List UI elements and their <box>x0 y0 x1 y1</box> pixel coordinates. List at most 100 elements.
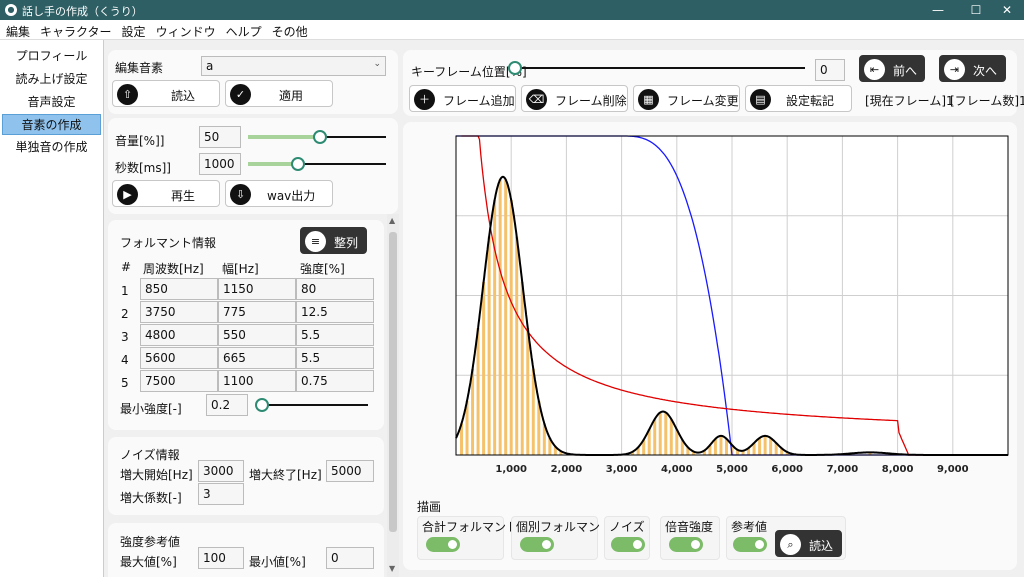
reference-load-button[interactable]: ⌕ 読込 <box>775 530 842 557</box>
formant-strength-input[interactable]: 12.5 <box>296 301 374 323</box>
change-frame-button[interactable]: ▦ フレーム変更 <box>633 85 740 112</box>
menu-window[interactable]: ウィンドウ <box>151 20 221 40</box>
sidebar-item-voice-settings[interactable]: 音声設定 <box>2 92 101 113</box>
reference-max-input[interactable]: 100 <box>198 547 244 569</box>
reference-max-label: 最大値[%] <box>120 555 177 569</box>
keyframe-slider[interactable] <box>508 61 805 75</box>
prev-frame-button[interactable]: ⇤ 前へ <box>859 55 925 82</box>
formant-strength-input[interactable]: 80 <box>296 278 374 300</box>
volume-slider-thumb[interactable] <box>312 130 327 144</box>
sort-button[interactable]: ≡ 整列 <box>300 227 367 254</box>
toggle-individual-formant[interactable] <box>520 537 554 552</box>
toggle-harmonics[interactable] <box>669 537 703 552</box>
menu-help[interactable]: ヘルプ <box>221 20 267 40</box>
min-strength-slider[interactable] <box>255 398 368 412</box>
noise-coef-input[interactable]: 3 <box>198 483 244 505</box>
formant-frequency-input[interactable]: 7500 <box>140 370 218 392</box>
formant-strength-input[interactable]: 5.5 <box>296 324 374 346</box>
noise-start-input[interactable]: 3000 <box>198 460 244 482</box>
minimize-button[interactable]: — <box>921 0 955 20</box>
phoneme-panel: 編集音素 a ⌄ ⇧ 読込 ✓ 適用 <box>108 50 398 114</box>
noise-end-input[interactable]: 5000 <box>326 460 374 482</box>
sidebar-item-phoneme-creation[interactable]: 音素の作成 <box>2 114 101 135</box>
x-tick-label: 3,000 <box>606 464 638 475</box>
formant-strength-input[interactable]: 0.75 <box>296 370 374 392</box>
x-tick-label: 5,000 <box>716 464 748 475</box>
duration-slider-thumb[interactable] <box>290 157 305 171</box>
chart-panel: 1,000 2,000 3,000 4,000 5,000 6,000 7,000 8,000… <box>403 122 1017 570</box>
menu-settings[interactable]: 設定 <box>117 20 151 40</box>
load-button[interactable]: ⇧ 読込 <box>112 80 220 107</box>
scroll-thumb[interactable] <box>389 232 397 532</box>
x-tick-label: 2,000 <box>551 464 583 475</box>
reference-min-input[interactable]: 0 <box>326 547 374 569</box>
next-icon: ⇥ <box>944 59 965 80</box>
formant-header-index: # <box>121 260 132 274</box>
volume-input[interactable]: 50 <box>199 126 241 148</box>
formant-width-input[interactable]: 1100 <box>218 370 296 392</box>
chevron-down-icon: ⌄ <box>373 59 381 69</box>
volume-slider[interactable] <box>248 130 386 144</box>
duration-input[interactable]: 1000 <box>199 153 241 175</box>
formant-header-width: 幅[Hz] <box>222 262 259 276</box>
menu-character[interactable]: キャラクター <box>35 20 117 40</box>
sidebar-item-reading-settings[interactable]: 読み上げ設定 <box>2 69 101 90</box>
formant-row-index: 2 <box>121 307 129 321</box>
x-tick-label: 9,000 <box>937 464 969 475</box>
formant-width-input[interactable]: 775 <box>218 301 296 323</box>
wav-export-button[interactable]: ⇩ wav出力 <box>225 180 333 207</box>
formant-strength-input[interactable]: 5.5 <box>296 347 374 369</box>
x-tick-label: 8,000 <box>882 464 914 475</box>
grid-edit-icon: ▦ <box>638 89 659 110</box>
frame-count-text: [フレーム数]1 <box>950 94 1024 108</box>
app-icon: ● <box>5 4 17 16</box>
menu-other[interactable]: その他 <box>267 20 313 40</box>
reference-min-label: 最小値[%] <box>249 555 306 569</box>
plus-icon: ＋ <box>414 89 435 110</box>
add-frame-button-label: フレーム追加 <box>443 94 515 108</box>
scroll-up-icon[interactable]: ▲ <box>389 216 395 225</box>
keyframe-slider-thumb[interactable] <box>508 61 522 75</box>
add-frame-button[interactable]: ＋ フレーム追加 <box>409 85 516 112</box>
left-scrollbar[interactable]: ▲ ▼ <box>387 214 399 577</box>
formant-width-input[interactable]: 550 <box>218 324 296 346</box>
draw-group-noise: ノイズ <box>604 516 650 560</box>
noise-title: ノイズ情報 <box>120 448 180 462</box>
formant-width-input[interactable]: 1150 <box>218 278 296 300</box>
noise-coef-label: 増大係数[-] <box>120 491 182 505</box>
formant-row-index: 4 <box>121 353 129 367</box>
delete-frame-button[interactable]: ⌫ フレーム削除 <box>521 85 628 112</box>
toggle-reference[interactable] <box>733 537 767 552</box>
sidebar-item-profile[interactable]: プロフィール <box>2 46 101 67</box>
toggle-noise-label: ノイズ <box>609 520 645 534</box>
trash-icon: ⌫ <box>526 89 547 110</box>
menu-edit[interactable]: 編集 <box>0 20 35 40</box>
transfer-settings-button[interactable]: ▤ 設定転記 <box>745 85 852 112</box>
scroll-down-icon[interactable]: ▼ <box>389 564 395 573</box>
sort-icon: ≡ <box>305 231 326 252</box>
phoneme-select[interactable]: a ⌄ <box>201 56 386 76</box>
formant-width-input[interactable]: 665 <box>218 347 296 369</box>
toggle-total-formant[interactable] <box>426 537 460 552</box>
sidebar-item-single-sound[interactable]: 単独音の作成 <box>2 137 101 158</box>
min-strength-slider-thumb[interactable] <box>255 398 269 412</box>
next-frame-button[interactable]: ⇥ 次へ <box>939 55 1006 82</box>
formant-frequency-input[interactable]: 4800 <box>140 324 218 346</box>
formant-frequency-input[interactable]: 3750 <box>140 301 218 323</box>
maximize-button[interactable]: ☐ <box>959 0 993 20</box>
close-button[interactable]: ✕ <box>990 0 1024 20</box>
volume-panel: 音量[%]] 50 秒数[ms]] 1000 ▶ 再生 ⇩ wav出力 <box>108 118 398 214</box>
min-strength-input[interactable]: 0.2 <box>206 394 248 416</box>
next-frame-button-label: 次へ <box>973 64 998 78</box>
toggle-harmonics-label: 倍音強度 <box>665 520 714 534</box>
noise-end-label: 増大終了[Hz] <box>249 468 322 482</box>
formant-frequency-input[interactable]: 850 <box>140 278 218 300</box>
toggle-noise[interactable] <box>611 537 645 552</box>
duration-slider[interactable] <box>248 157 386 171</box>
keyframe-input[interactable]: 0 <box>815 59 845 81</box>
formant-frequency-input[interactable]: 5600 <box>140 347 218 369</box>
formant-row-index: 5 <box>121 376 129 390</box>
apply-button[interactable]: ✓ 適用 <box>225 80 333 107</box>
check-icon: ✓ <box>230 84 251 105</box>
play-button[interactable]: ▶ 再生 <box>112 180 220 207</box>
